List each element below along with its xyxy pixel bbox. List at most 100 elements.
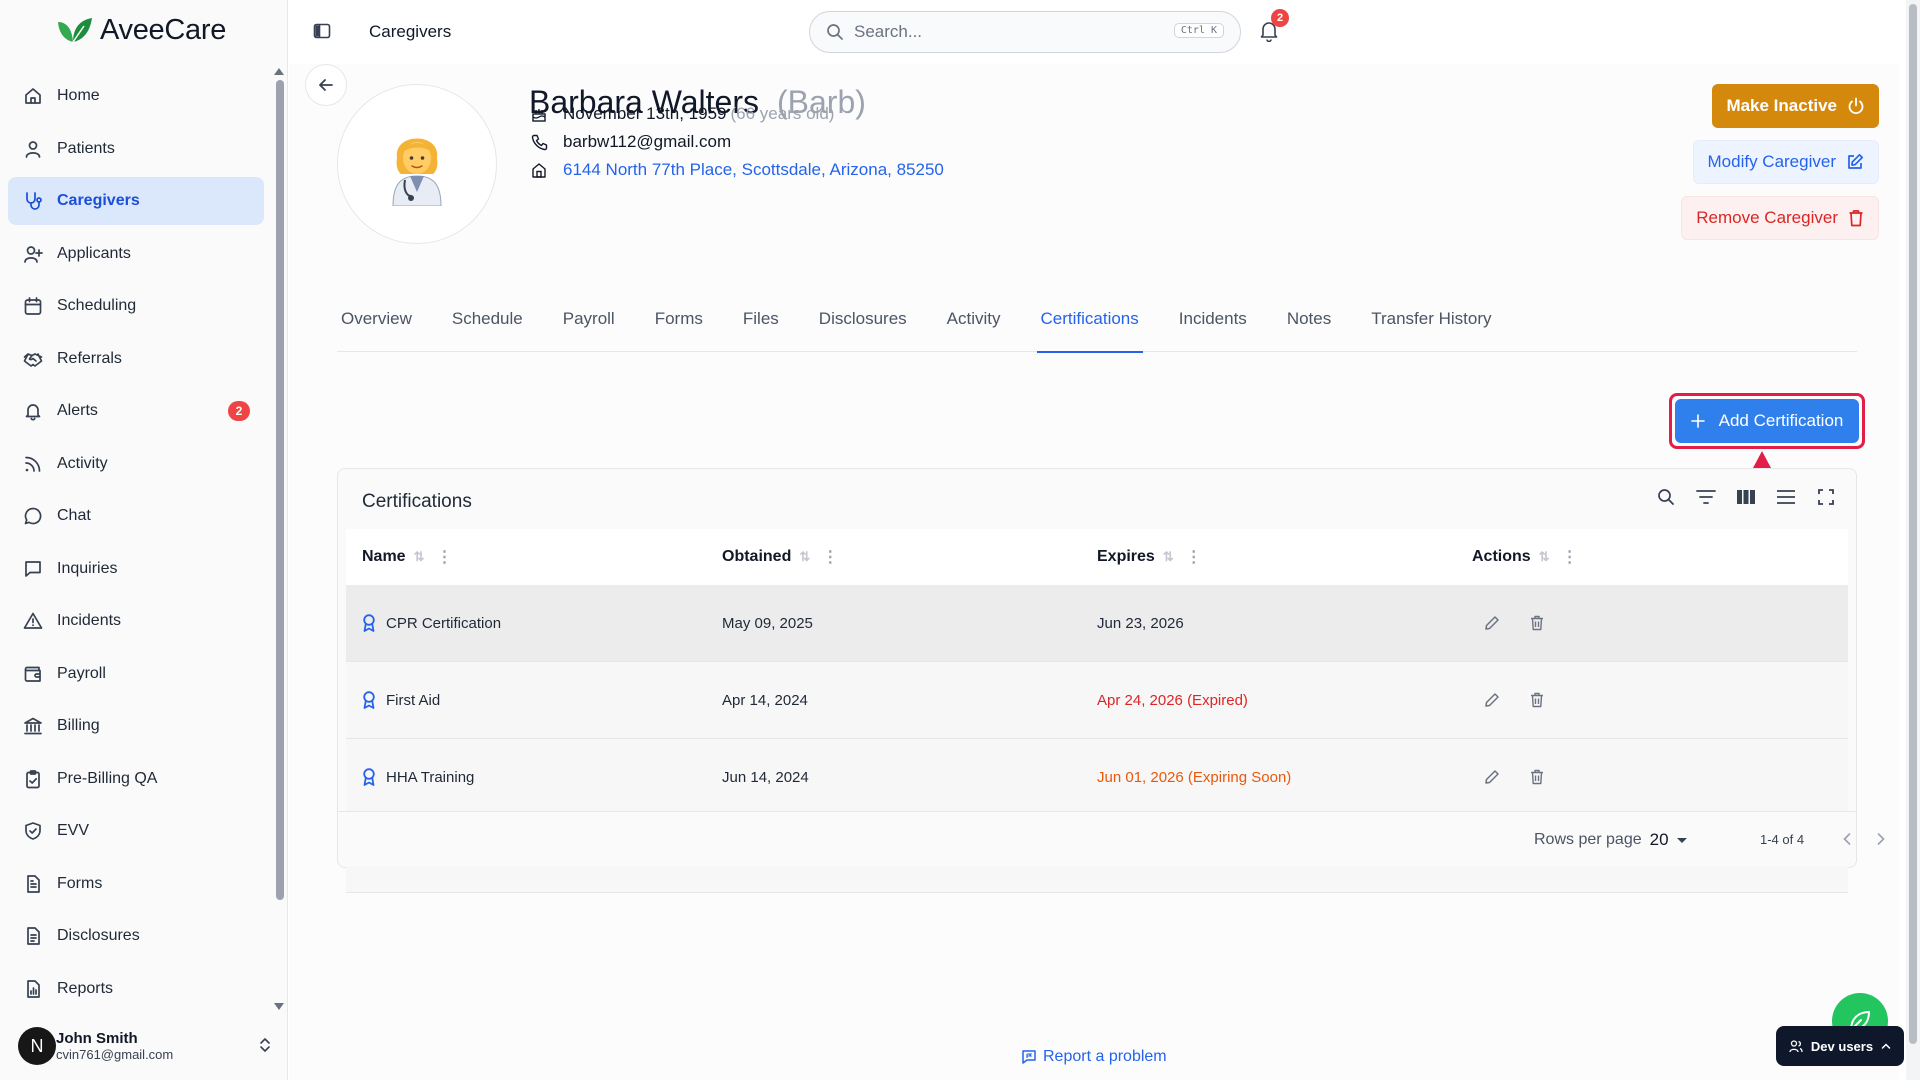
rows-per-page-select[interactable]: 20 <box>1650 830 1669 850</box>
fullscreen-icon[interactable] <box>1816 487 1836 507</box>
sidebar-item-referrals[interactable]: Referrals <box>8 335 264 383</box>
remove-caregiver-button[interactable]: Remove Caregiver <box>1681 196 1879 240</box>
breadcrumb[interactable]: Caregivers <box>369 22 451 42</box>
app-logo[interactable]: AveeCare <box>56 14 226 47</box>
tab-activity[interactable]: Activity <box>943 286 1005 352</box>
tab-certifications[interactable]: Certifications <box>1036 286 1144 353</box>
sidebar-item-disclosures[interactable]: Disclosures <box>8 912 264 960</box>
tab-transfer-history[interactable]: Transfer History <box>1367 286 1495 352</box>
award-icon <box>362 614 376 632</box>
sidebar-item-label: Inquiries <box>57 559 118 577</box>
tab-disclosures[interactable]: Disclosures <box>815 286 911 352</box>
back-button[interactable] <box>305 64 347 106</box>
search-bar[interactable]: Ctrl K <box>809 11 1241 53</box>
column-menu-icon[interactable]: ⋮ <box>1562 547 1578 567</box>
sidebar-item-label: Patients <box>57 139 115 157</box>
next-page-icon[interactable] <box>1876 832 1886 846</box>
chevrons-up-down-icon[interactable] <box>258 1036 272 1054</box>
sidebar-item-evv[interactable]: EVV <box>8 807 264 855</box>
table-header: Name ⇅ ⋮ Obtained ⇅ ⋮ Expires ⇅ ⋮ Actions ⇅ ⋮ <box>346 529 1848 585</box>
trash-icon[interactable] <box>1530 692 1544 708</box>
pagination-range: 1-4 of 4 <box>1760 832 1805 847</box>
edit-icon[interactable] <box>1484 769 1500 785</box>
modify-caregiver-button[interactable]: Modify Caregiver <box>1692 140 1879 184</box>
avatar: N <box>18 1027 56 1065</box>
table-row[interactable]: HHA Training Jun 14, 2024 Jun 01, 2026 (Ex… <box>346 739 1848 816</box>
sidebar-item-incidents[interactable]: Incidents <box>8 597 264 645</box>
column-header-obtained[interactable]: Obtained ⇅ ⋮ <box>722 547 1097 567</box>
shield-check-icon <box>22 820 44 842</box>
tab-incidents[interactable]: Incidents <box>1175 286 1251 352</box>
page-scroll-thumb[interactable] <box>1909 4 1917 1044</box>
table-row[interactable]: CPR Certification May 09, 2025 Jun 23, 202… <box>346 585 1848 662</box>
sidebar-item-patients[interactable]: Patients <box>8 125 264 173</box>
column-header-actions[interactable]: Actions ⇅ ⋮ <box>1472 547 1848 567</box>
sidebar-scrollbar[interactable] <box>274 64 284 1014</box>
award-icon <box>362 691 376 709</box>
filter-icon[interactable] <box>1696 487 1716 507</box>
sidebar-item-reports[interactable]: Reports <box>8 965 264 1013</box>
edit-icon[interactable] <box>1484 692 1500 708</box>
scroll-up-arrow[interactable] <box>274 68 284 75</box>
sidebar-item-inquiries[interactable]: Inquiries <box>8 545 264 593</box>
tab-overview[interactable]: Overview <box>337 286 416 352</box>
sort-icon[interactable]: ⇅ <box>1539 549 1550 565</box>
sidebar-item-home[interactable]: Home <box>8 72 264 120</box>
column-menu-icon[interactable]: ⋮ <box>1186 547 1202 567</box>
sort-icon[interactable]: ⇅ <box>414 549 425 565</box>
trash-icon[interactable] <box>1530 615 1544 631</box>
dev-users-label: Dev users <box>1810 1038 1874 1054</box>
scroll-thumb[interactable] <box>276 80 284 900</box>
cell-actions <box>1472 769 1848 785</box>
dev-users-button[interactable]: Dev users <box>1776 1026 1904 1066</box>
sidebar-item-label: Billing <box>57 717 100 734</box>
trash-icon[interactable] <box>1530 769 1544 785</box>
scroll-down-arrow[interactable] <box>274 1003 284 1010</box>
user-menu[interactable]: N John Smith cvin761@gmail.com <box>18 1024 278 1068</box>
house-icon <box>529 162 549 178</box>
sidebar-item-pre-billing-qa[interactable]: Pre-Billing QA <box>8 755 264 803</box>
columns-icon[interactable] <box>1736 487 1756 507</box>
sidebar-item-activity[interactable]: Activity <box>8 440 264 488</box>
density-icon[interactable] <box>1776 487 1796 507</box>
caret-down-icon[interactable] <box>1676 837 1687 843</box>
sidebar-item-billing[interactable]: Billing <box>8 702 264 750</box>
edit-icon[interactable] <box>1484 615 1500 631</box>
handshake-icon <box>22 348 44 370</box>
sort-icon[interactable]: ⇅ <box>799 549 810 565</box>
previous-page-icon[interactable] <box>1842 832 1852 846</box>
user-icon <box>22 138 44 160</box>
make-inactive-label: Make Inactive <box>1726 96 1837 115</box>
column-menu-icon[interactable]: ⋮ <box>822 547 838 567</box>
notifications-button[interactable]: 2 <box>1259 9 1289 42</box>
rss-icon <box>22 453 44 475</box>
sidebar-toggle-icon[interactable] <box>313 22 331 40</box>
table-row[interactable]: First Aid Apr 14, 2024 Apr 24, 2026 (Expir… <box>346 662 1848 739</box>
sidebar-item-caregivers[interactable]: Caregivers <box>8 177 264 225</box>
search-icon[interactable] <box>1656 487 1676 507</box>
column-menu-icon[interactable]: ⋮ <box>436 547 452 567</box>
search-input[interactable] <box>854 22 1154 42</box>
column-header-name[interactable]: Name ⇅ ⋮ <box>346 547 722 567</box>
sidebar-item-payroll[interactable]: Payroll <box>8 650 264 698</box>
tab-notes[interactable]: Notes <box>1283 286 1335 352</box>
caregiver-address-link[interactable]: 6144 North 77th Place, Scottsdale, Arizo… <box>563 160 944 180</box>
sidebar-item-scheduling[interactable]: Scheduling <box>8 282 264 330</box>
add-certification-button[interactable]: Add Certification <box>1675 399 1859 443</box>
sort-icon[interactable]: ⇅ <box>1163 549 1174 565</box>
make-inactive-button[interactable]: Make Inactive <box>1712 84 1879 128</box>
tab-files[interactable]: Files <box>739 286 783 352</box>
sidebar-item-chat[interactable]: Chat <box>8 492 264 540</box>
main-content: Barbara Walters (Barb) November 13th, 19… <box>289 64 1899 1080</box>
sidebar-item-alerts[interactable]: Alerts 2 <box>8 387 264 435</box>
page-scrollbar[interactable] <box>1906 0 1920 1080</box>
cell-obtained: Apr 14, 2024 <box>722 691 808 709</box>
report-problem-link[interactable]: Report a problem <box>1021 1048 1167 1066</box>
alerts-count-badge: 2 <box>228 401 250 421</box>
tab-forms[interactable]: Forms <box>651 286 707 352</box>
tab-schedule[interactable]: Schedule <box>448 286 527 352</box>
sidebar-item-forms[interactable]: Forms <box>8 860 264 908</box>
sidebar-item-applicants[interactable]: Applicants <box>8 230 264 278</box>
column-header-expires[interactable]: Expires ⇅ ⋮ <box>1097 547 1472 567</box>
tab-payroll[interactable]: Payroll <box>559 286 619 352</box>
